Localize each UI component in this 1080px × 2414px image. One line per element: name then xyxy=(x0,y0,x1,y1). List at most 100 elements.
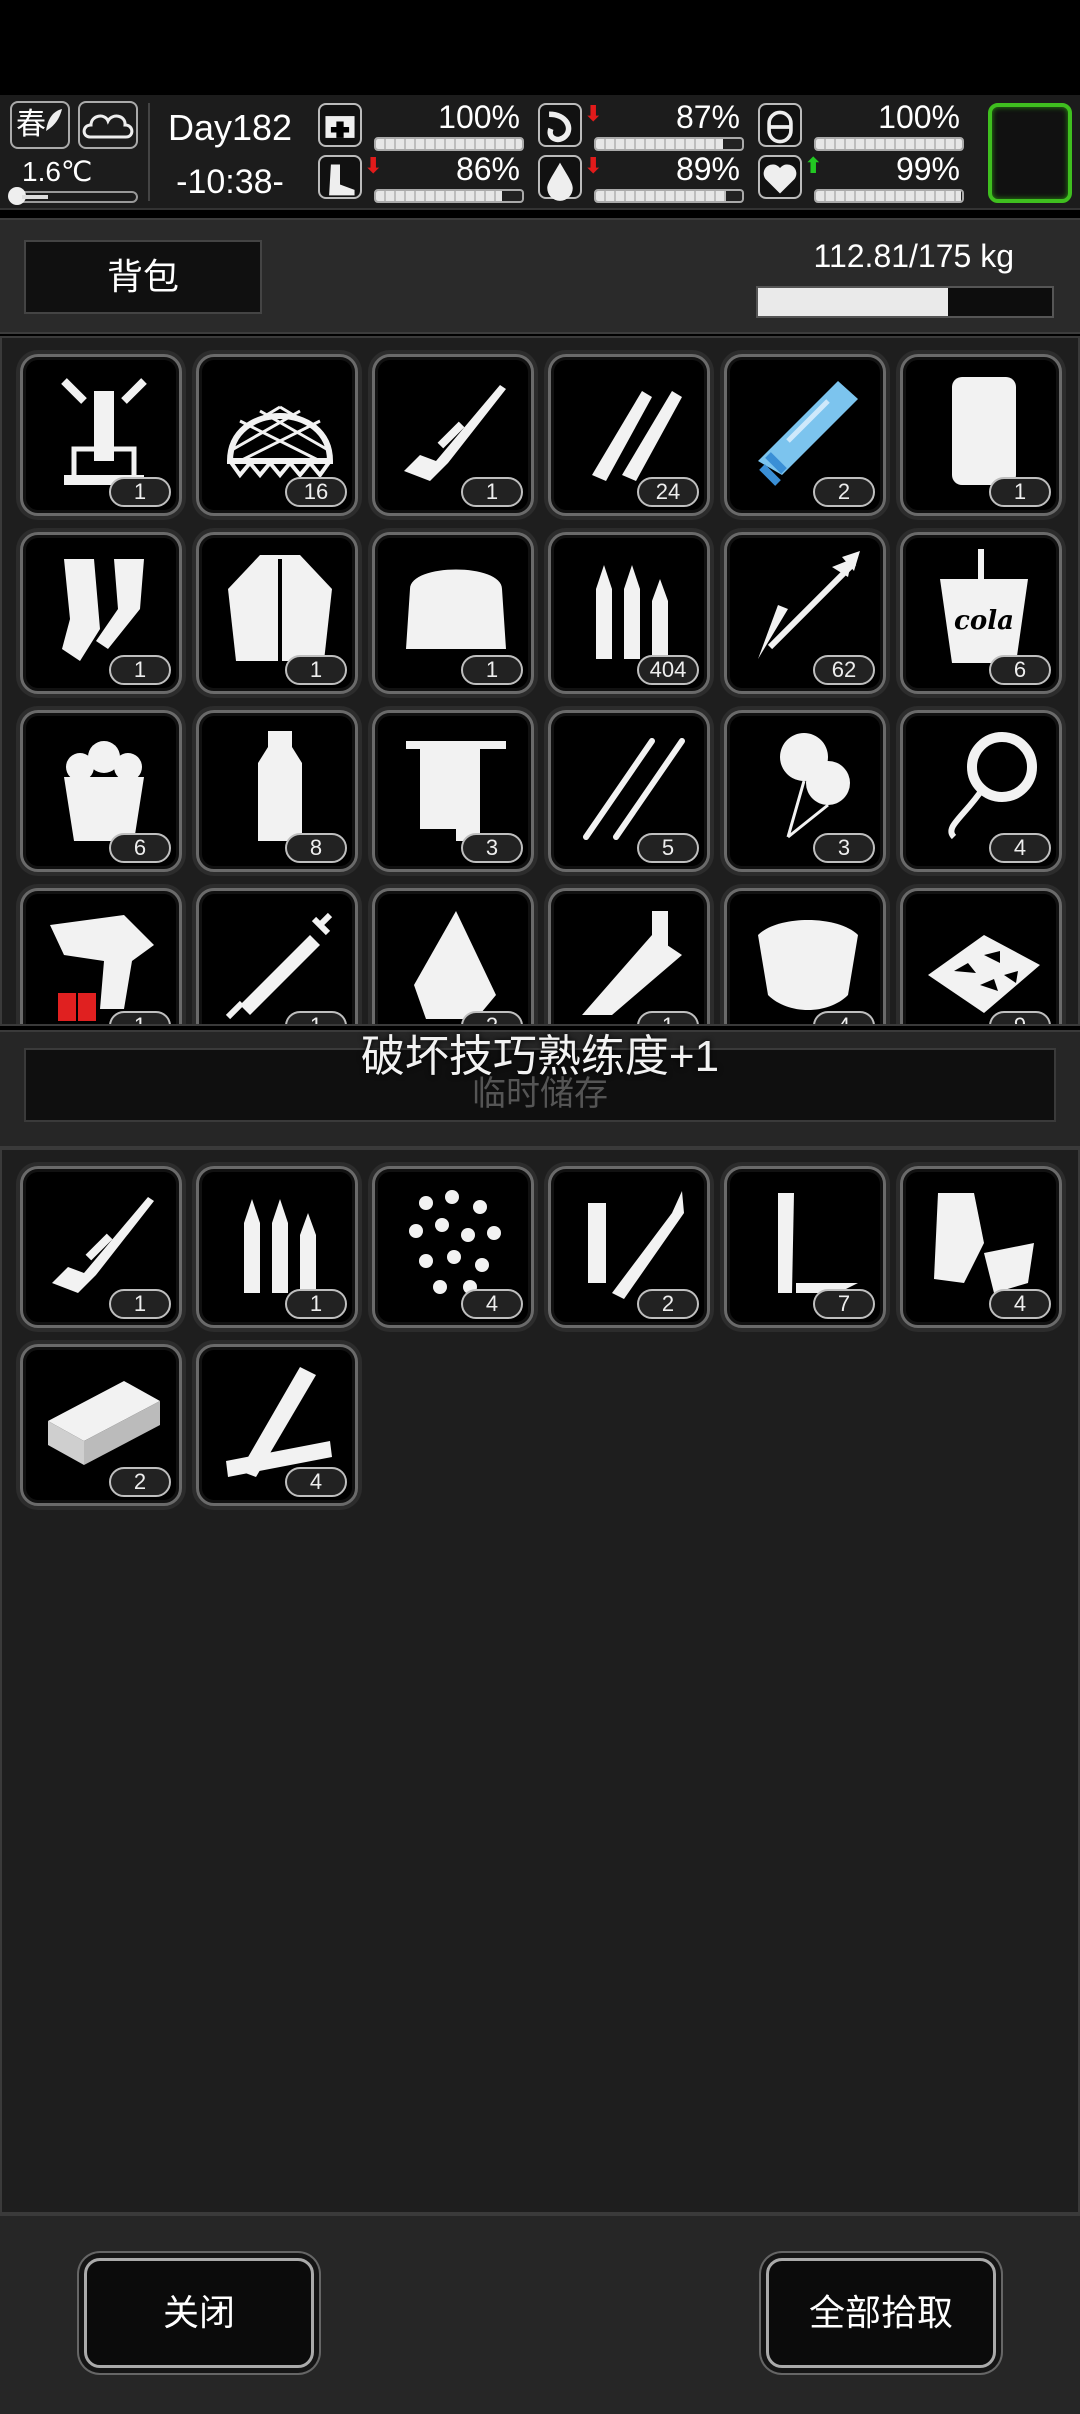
backpack-slot[interactable]: 1 xyxy=(372,532,534,694)
rope-icon xyxy=(948,732,1037,840)
pellets-icon xyxy=(409,1190,501,1294)
backpack-slot[interactable]: 6 xyxy=(20,710,182,872)
storage-slot[interactable]: 7 xyxy=(724,1166,886,1328)
item-count-badge: 2 xyxy=(813,477,875,507)
storage-slot[interactable]: 1 xyxy=(196,1166,358,1328)
item-count-badge: 3 xyxy=(813,833,875,863)
backpack-slot[interactable]: 1 xyxy=(548,888,710,1024)
equipped-slot[interactable] xyxy=(988,103,1072,203)
day-counter: Day182 xyxy=(167,107,293,148)
skill-toast: 破坏技巧熟练度+1 xyxy=(360,1032,720,1081)
bullets-icon xyxy=(596,565,668,659)
stat-health: 100% xyxy=(318,99,528,151)
backpack-slot[interactable]: 62 xyxy=(724,532,886,694)
blue-minigun-icon xyxy=(758,381,858,486)
item-count-badge: 1 xyxy=(285,655,347,685)
stat-bar xyxy=(594,137,744,151)
carry-weight: 112.81/175 kg xyxy=(813,238,1014,274)
backpack-slot[interactable]: 1 xyxy=(196,888,358,1024)
leaf-icon xyxy=(46,109,62,131)
game-clock: -10:38- xyxy=(176,163,284,201)
backpack-slot[interactable]: 24 xyxy=(548,354,710,516)
item-count-badge: 4 xyxy=(989,1289,1051,1319)
backpack-slot[interactable]: 2 xyxy=(372,888,534,1024)
bullets-icon xyxy=(244,1199,316,1293)
stat-hunger: ⬇ 87% xyxy=(538,99,748,151)
item-count-badge: 3 xyxy=(461,833,523,863)
carry-weight-bar xyxy=(756,286,1054,318)
cloth-wrap-icon xyxy=(758,920,858,1010)
backpack-slot[interactable]: 1 xyxy=(20,532,182,694)
stat-mood: ⬆ 99% xyxy=(758,151,968,203)
item-count-badge: 1 xyxy=(461,477,523,507)
tripod-crafting-icon xyxy=(61,378,147,485)
item-count-badge: 16 xyxy=(285,477,347,507)
scrap-metal-icon xyxy=(934,1193,1034,1293)
item-count-badge: 7 xyxy=(813,1289,875,1319)
stomach-icon xyxy=(538,103,582,147)
pickup-all-button[interactable]: 全部拾取 xyxy=(766,2258,996,2368)
stat-percent: 99% xyxy=(895,151,960,187)
sniper-rifle-icon xyxy=(404,385,506,481)
stat-stamina: ⬇ 86% xyxy=(318,151,528,203)
backpack-slot[interactable]: 1 xyxy=(196,532,358,694)
backpack-slot[interactable]: 1 xyxy=(372,354,534,516)
stat-percent: 89% xyxy=(675,151,740,187)
arrow-icon xyxy=(758,551,860,659)
close-button[interactable]: 关闭 xyxy=(84,2258,314,2368)
backpack-slot[interactable]: 1 xyxy=(900,354,1062,516)
storage-slot[interactable]: 4 xyxy=(900,1166,1062,1328)
flare-gun-icon xyxy=(50,915,154,1021)
backpack-slot[interactable]: 2 xyxy=(724,354,886,516)
medkit-icon xyxy=(318,103,362,147)
season-label: 春 xyxy=(16,107,46,142)
backpack-slot[interactable]: 4 xyxy=(724,888,886,1024)
caliper-knife-icon xyxy=(582,911,682,1015)
stat-bar xyxy=(814,189,964,203)
storage-slot[interactable]: 2 xyxy=(548,1166,710,1328)
item-count-badge: 24 xyxy=(637,477,699,507)
storage-grid[interactable]: 1 1 4 2 7 4 2 4 xyxy=(0,1148,1080,2214)
temperature-gauge xyxy=(8,187,138,205)
rifle-rounds-icon xyxy=(592,391,682,481)
backpack-slot[interactable]: 5 xyxy=(548,710,710,872)
weather-badge xyxy=(78,101,138,149)
stat-percent: 100% xyxy=(878,99,960,135)
water-drop-icon xyxy=(538,155,582,201)
backpack-slot[interactable]: 4 xyxy=(900,710,1062,872)
svg-text:cola: cola xyxy=(954,606,1014,636)
stat-thirst: ⬇ 89% xyxy=(538,151,748,203)
stat-bar xyxy=(814,137,964,151)
backpack-slot[interactable]: 3 xyxy=(372,710,534,872)
backpack-slot[interactable]: 8 xyxy=(196,710,358,872)
pliers-icon xyxy=(588,1191,684,1299)
storage-slot[interactable]: 4 xyxy=(196,1344,358,1506)
backpack-tab[interactable]: 背包 xyxy=(24,240,262,314)
item-count-badge: 2 xyxy=(637,1289,699,1319)
backpack-slot[interactable]: 3 xyxy=(724,710,886,872)
backpack-grid[interactable]: 1 16 1 24 2 1 1 1 1 404 62 cola 6 6 8 3 5 3 4 1 1 2 1 4 9 xyxy=(0,336,1080,1026)
stat-percent: 87% xyxy=(675,99,740,135)
fur-hat-icon xyxy=(406,569,506,649)
syringe-icon xyxy=(225,912,333,1020)
backpack-slot[interactable]: cola 6 xyxy=(900,532,1062,694)
backpack-slot[interactable]: 1 xyxy=(20,888,182,1024)
cloudy-icon xyxy=(82,114,134,139)
storage-slot[interactable]: 4 xyxy=(372,1166,534,1328)
stat-energy: 100% xyxy=(758,99,968,151)
backpack-slot[interactable]: 404 xyxy=(548,532,710,694)
temperature: 1.6℃ xyxy=(22,156,93,187)
backpack-slot[interactable]: 9 xyxy=(900,888,1062,1024)
item-count-badge: 1 xyxy=(461,655,523,685)
backpack-slot[interactable]: 1 xyxy=(20,354,182,516)
item-count-badge: 6 xyxy=(989,655,1051,685)
divider xyxy=(148,103,150,201)
storage-slot[interactable]: 2 xyxy=(20,1344,182,1506)
ballistic-plate-icon xyxy=(952,377,1016,485)
storage-slot[interactable]: 1 xyxy=(20,1166,182,1328)
popcorn-icon xyxy=(64,741,144,841)
wood-board-icon xyxy=(48,1381,160,1465)
stat-bar xyxy=(374,137,524,151)
rock-shard-icon xyxy=(414,911,496,1019)
backpack-slot[interactable]: 16 xyxy=(196,354,358,516)
